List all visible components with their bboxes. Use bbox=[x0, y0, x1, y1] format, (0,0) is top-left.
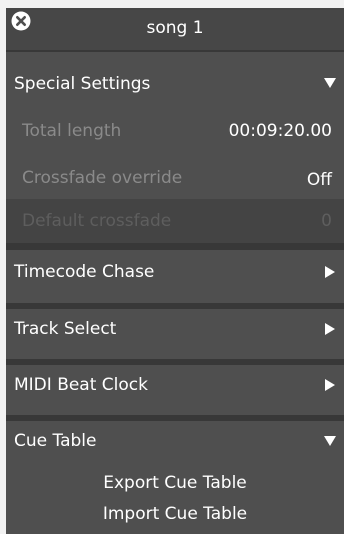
default-crossfade-label: Default crossfade bbox=[22, 211, 172, 231]
triangle-down-icon bbox=[324, 78, 336, 88]
title-bar: song 1 bbox=[6, 8, 344, 50]
section-header-timecode-chase[interactable]: Timecode Chase bbox=[6, 250, 344, 300]
triangle-right-icon bbox=[325, 379, 335, 391]
triangle-right-icon bbox=[325, 323, 335, 335]
song-settings-panel: song 1 Special Settings Total length 00:… bbox=[6, 8, 344, 534]
export-cue-table-button[interactable]: Export Cue Table bbox=[6, 473, 344, 493]
section-header-cue-table[interactable]: Cue Table bbox=[6, 421, 344, 471]
section-label: Timecode Chase bbox=[14, 262, 155, 282]
default-crossfade-row: Default crossfade 0 bbox=[6, 199, 344, 243]
crossfade-override-label: Crossfade override bbox=[22, 168, 183, 188]
total-length-label: Total length bbox=[22, 121, 122, 141]
panel-title: song 1 bbox=[146, 18, 204, 38]
divider bbox=[6, 243, 344, 250]
section-label: Cue Table bbox=[14, 431, 97, 451]
section-header-midi-beat-clock[interactable]: MIDI Beat Clock bbox=[6, 365, 344, 415]
default-crossfade-value: 0 bbox=[321, 211, 332, 231]
section-label: Special Settings bbox=[14, 74, 151, 94]
section-header-track-select[interactable]: Track Select bbox=[6, 309, 344, 359]
import-cue-table-button[interactable]: Import Cue Table bbox=[6, 504, 344, 524]
divider bbox=[6, 50, 344, 52]
crossfade-override-value[interactable]: Off bbox=[307, 170, 332, 190]
triangle-right-icon bbox=[325, 266, 335, 278]
triangle-down-icon bbox=[324, 436, 336, 446]
section-label: MIDI Beat Clock bbox=[14, 375, 148, 395]
section-header-special-settings[interactable]: Special Settings bbox=[6, 59, 344, 103]
section-label: Track Select bbox=[14, 319, 117, 339]
total-length-value: 00:09:20.00 bbox=[228, 121, 332, 141]
